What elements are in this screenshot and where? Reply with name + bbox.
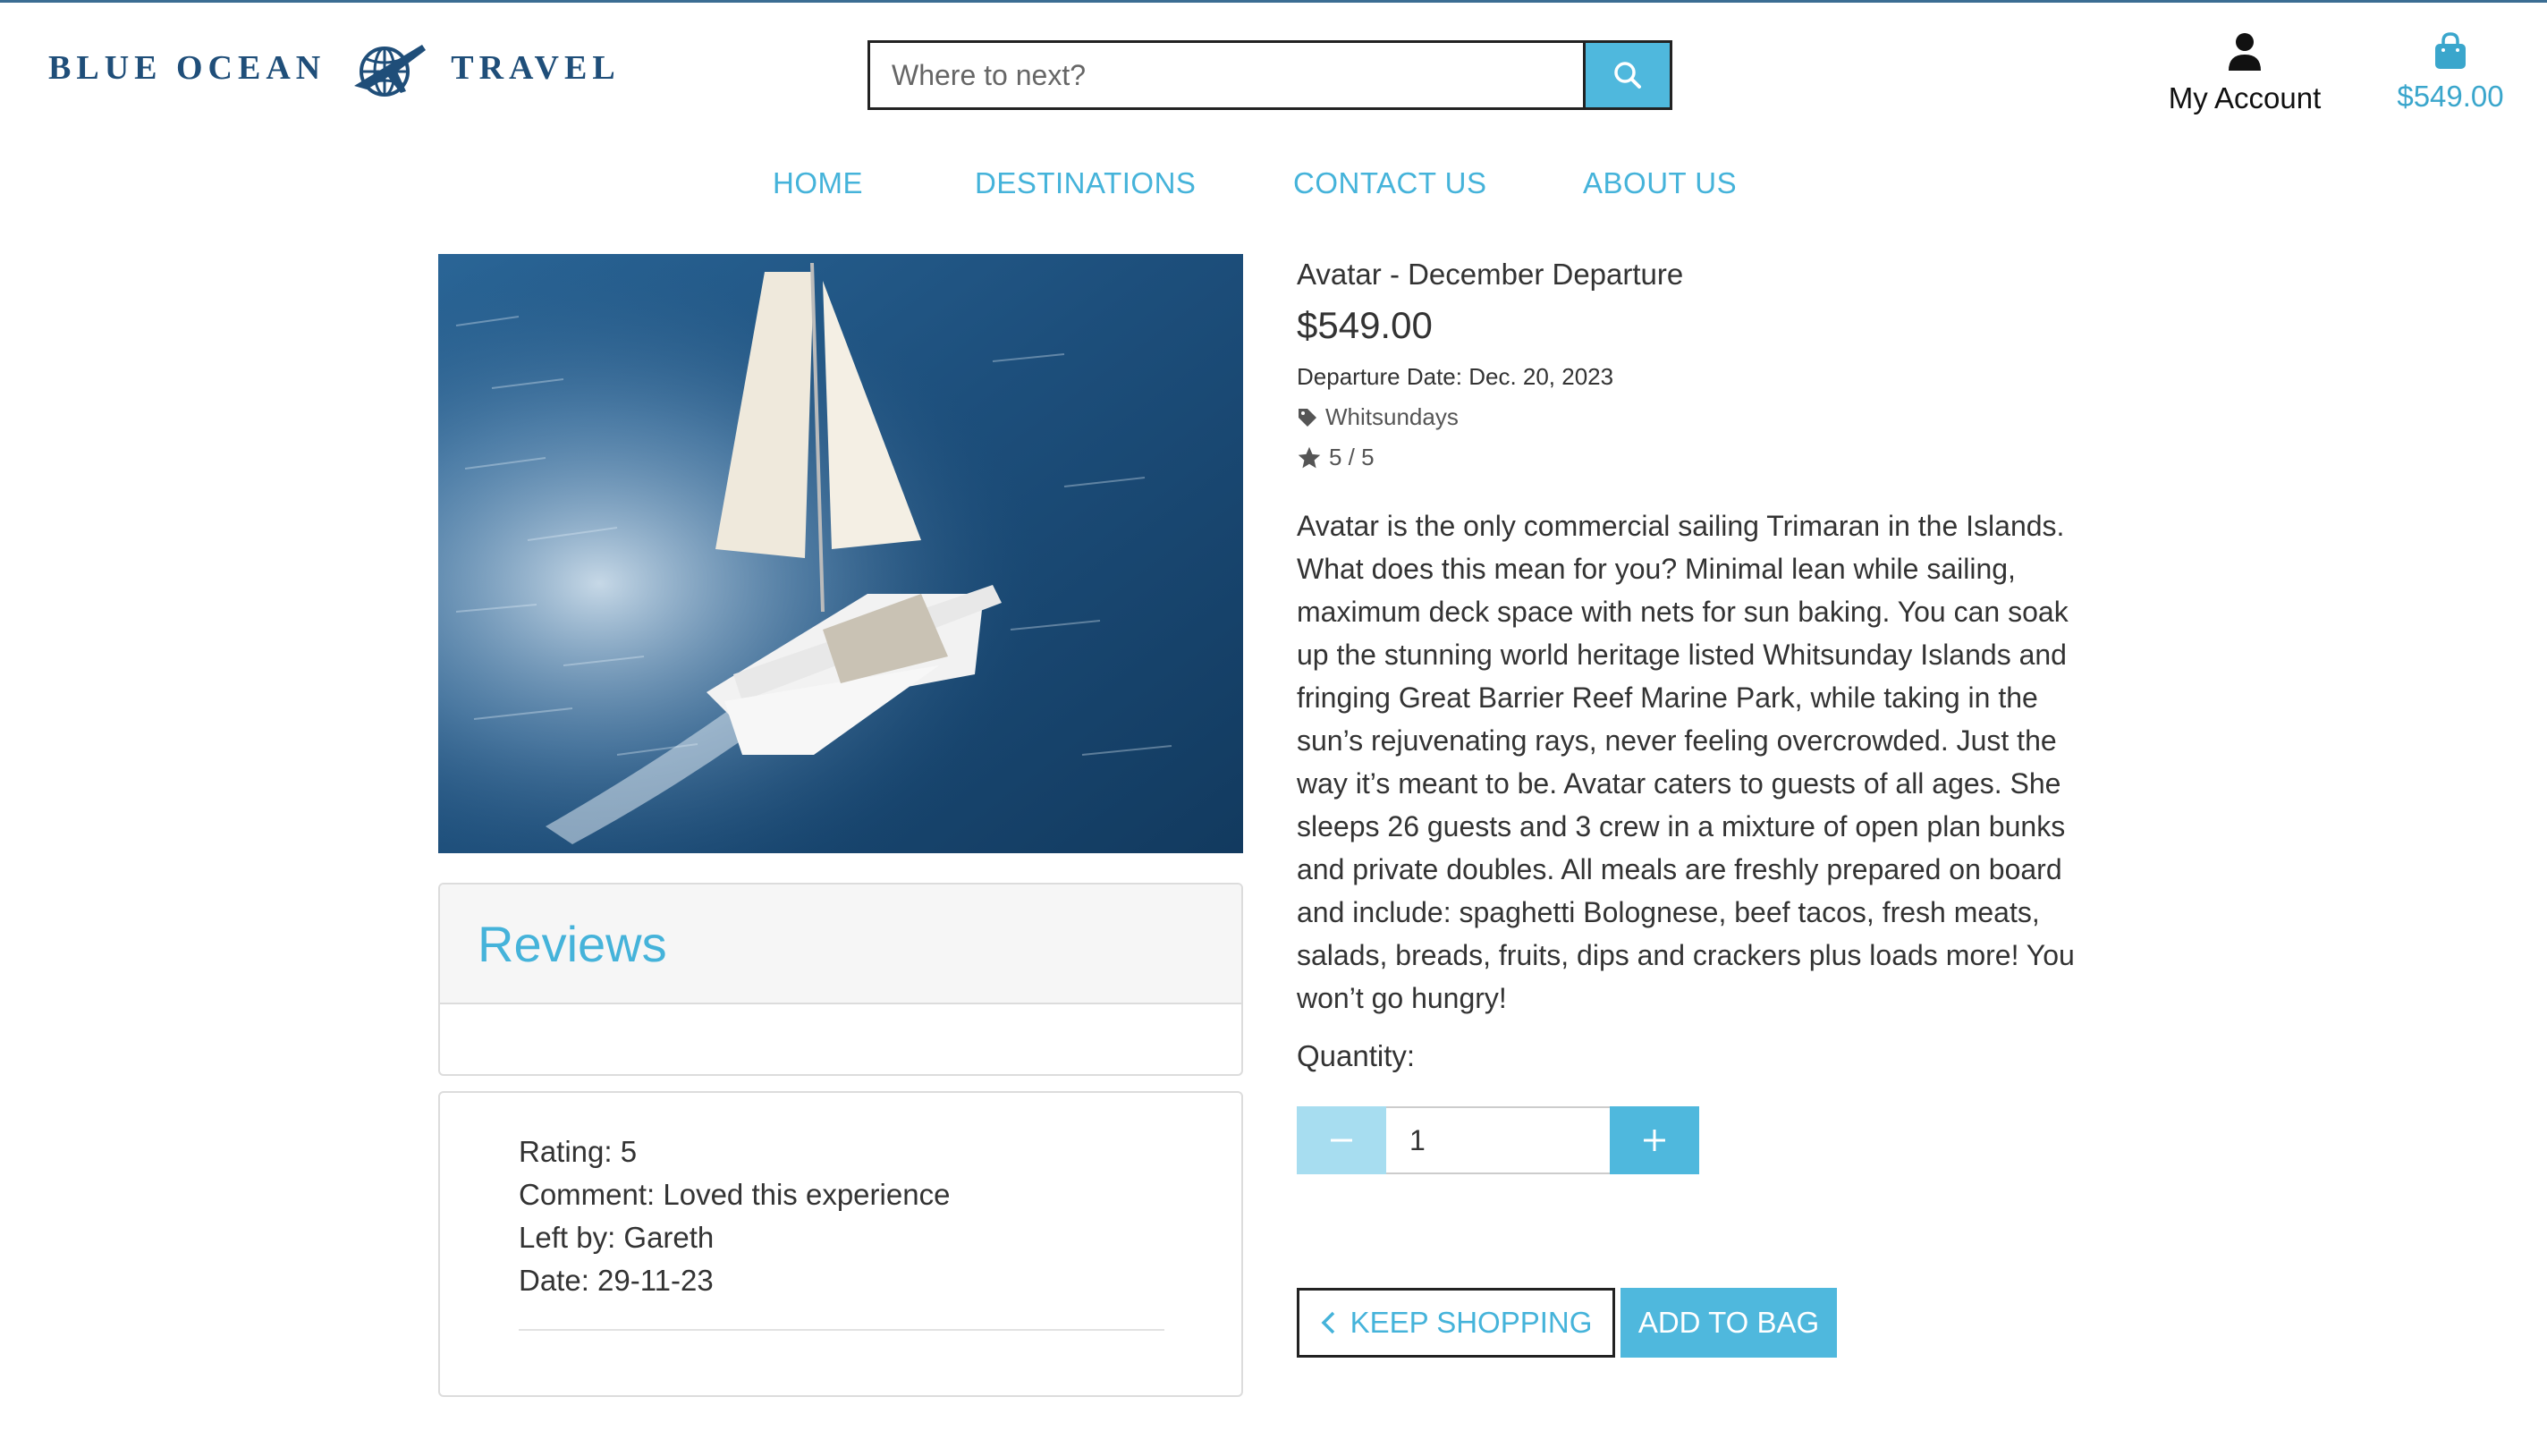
reviews-title: Reviews	[478, 915, 667, 972]
brand-word-2: TRAVEL	[451, 49, 621, 87]
quantity-label: Quantity:	[1297, 1039, 1416, 1072]
main-nav: HOME DESTINATIONS CONTACT US ABOUT US	[0, 166, 2547, 204]
nav-home[interactable]: HOME	[773, 166, 863, 200]
review-comment: Comment: Loved this experience	[519, 1178, 951, 1211]
nav-destinations[interactable]: DESTINATIONS	[975, 166, 1196, 200]
globe-plane-logo-icon	[354, 45, 427, 97]
plus-icon	[1644, 1130, 1665, 1151]
review-divider	[519, 1329, 1164, 1331]
keep-shopping-button[interactable]: KEEP SHOPPING	[1297, 1288, 1615, 1358]
my-account-link[interactable]: My Account	[2155, 32, 2334, 115]
tag-icon	[1299, 408, 1316, 427]
trimaran-photo	[438, 254, 1243, 853]
brand-word-1: BLUE OCEAN	[48, 49, 326, 87]
minus-icon	[1331, 1139, 1352, 1142]
product-description: Avatar is the only commercial sailing Tr…	[1297, 510, 2075, 1014]
add-to-bag-button[interactable]: ADD TO BAG	[1620, 1288, 1837, 1358]
product-category-label: Whitsundays	[1325, 403, 1459, 430]
shopping-bag-icon	[2435, 32, 2466, 69]
increment-button[interactable]	[1610, 1106, 1699, 1174]
nav-contact-us[interactable]: CONTACT US	[1293, 166, 1486, 200]
search-input[interactable]	[867, 40, 1583, 110]
review-date: Date: 29-11-23	[519, 1264, 714, 1297]
product-category[interactable]: Whitsundays	[1297, 403, 2102, 431]
bag-total: $549.00	[2397, 80, 2504, 113]
top-accent-line	[0, 0, 2547, 3]
reviews-header: Reviews	[440, 885, 1241, 1004]
quantity-stepper	[1297, 1106, 1699, 1174]
review-item: Rating: 5 Comment: Loved this experience…	[519, 1130, 1164, 1302]
product-rating-value: 5 / 5	[1329, 444, 1375, 470]
search-button[interactable]	[1583, 40, 1672, 110]
departure-date: Departure Date: Dec. 20, 2023	[1297, 363, 1614, 390]
brand-logo[interactable]: BLUE OCEAN TRAVEL	[48, 32, 621, 104]
product-title: Avatar - December Departure	[1297, 258, 1684, 291]
product-details: Avatar - December Departure $549.00 Depa…	[1297, 254, 2102, 471]
shopping-bag-link[interactable]: $549.00	[2379, 32, 2522, 114]
user-icon	[2229, 33, 2261, 71]
chevron-left-icon	[1321, 1311, 1334, 1334]
product-price: $549.00	[1297, 304, 1433, 346]
decrement-button[interactable]	[1297, 1106, 1386, 1174]
my-account-label: My Account	[2168, 81, 2322, 114]
review-author: Left by: Gareth	[519, 1221, 715, 1254]
search-bar	[867, 40, 1672, 110]
reviews-panel: Reviews	[438, 883, 1243, 1076]
nav-about-us[interactable]: ABOUT US	[1583, 166, 1737, 200]
review-card: Rating: 5 Comment: Loved this experience…	[438, 1091, 1243, 1397]
star-icon	[1298, 446, 1321, 468]
search-icon	[1614, 62, 1641, 89]
product-image	[438, 254, 1243, 853]
product-rating: 5 / 5	[1297, 444, 2102, 471]
review-rating: Rating: 5	[519, 1135, 638, 1168]
quantity-input[interactable]	[1386, 1106, 1610, 1174]
keep-shopping-label: KEEP SHOPPING	[1350, 1306, 1593, 1339]
